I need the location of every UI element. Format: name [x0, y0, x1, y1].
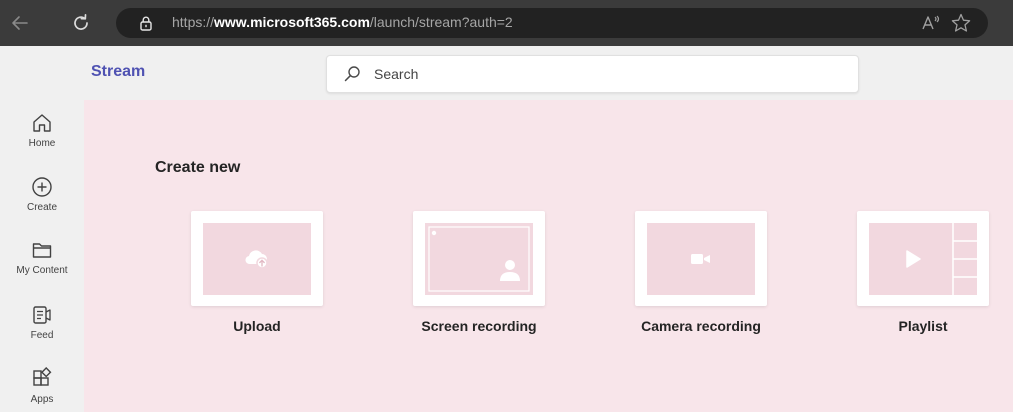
back-button[interactable] [5, 8, 35, 38]
rail-label-apps: Apps [30, 394, 54, 405]
cloud-upload-icon [245, 250, 268, 269]
url-scheme: https:// [172, 14, 215, 30]
rail-item-my-content[interactable]: My Content [0, 238, 84, 276]
screen-recording-thumbnail [425, 223, 533, 295]
camera-icon [691, 254, 710, 264]
app-title[interactable]: Stream [91, 63, 145, 81]
refresh-button[interactable] [66, 8, 96, 38]
favorite-star-icon[interactable] [950, 12, 972, 34]
apps-icon [33, 367, 52, 386]
rail-item-create[interactable]: Create [0, 175, 84, 213]
camera-recording-thumbnail [647, 223, 755, 295]
screen-recording-card[interactable] [413, 211, 545, 306]
upload-thumbnail [203, 223, 311, 295]
url-text[interactable]: https://www.microsoft365.com/launch/stre… [172, 14, 513, 30]
read-aloud-icon[interactable] [920, 13, 942, 33]
upload-card[interactable] [191, 211, 323, 306]
screen-recording-icon [428, 226, 530, 292]
rail-item-apps[interactable]: Apps [0, 367, 84, 405]
url-host: www.microsoft365.com [214, 14, 370, 30]
rail-item-feed[interactable]: Feed [0, 303, 84, 341]
rail-label-home: Home [28, 138, 56, 149]
rail-label-my-content: My Content [16, 265, 68, 276]
back-arrow-icon [12, 16, 28, 30]
playlist-card[interactable] [857, 211, 989, 306]
rail-label-feed: Feed [30, 330, 54, 341]
rail-item-home[interactable]: Home [0, 111, 84, 149]
search-icon [344, 66, 360, 82]
rail-label-create: Create [26, 202, 57, 213]
camera-recording-label[interactable]: Camera recording [601, 318, 801, 334]
playlist-thumbnail [869, 223, 977, 295]
search-placeholder: Search [374, 66, 419, 82]
camera-recording-card[interactable] [635, 211, 767, 306]
url-path: /launch/stream?auth=2 [369, 14, 513, 30]
folder-icon [32, 243, 52, 258]
feed-icon [33, 306, 51, 324]
lock-icon[interactable] [138, 15, 154, 31]
home-icon [33, 114, 51, 132]
refresh-icon [74, 13, 88, 30]
play-icon [906, 250, 921, 268]
section-title: Create new [155, 159, 241, 176]
screen-recording-label[interactable]: Screen recording [379, 318, 579, 334]
plus-circle-icon [32, 177, 52, 197]
playlist-grid [952, 223, 977, 295]
upload-label[interactable]: Upload [157, 318, 357, 334]
playlist-label[interactable]: Playlist [823, 318, 1013, 334]
